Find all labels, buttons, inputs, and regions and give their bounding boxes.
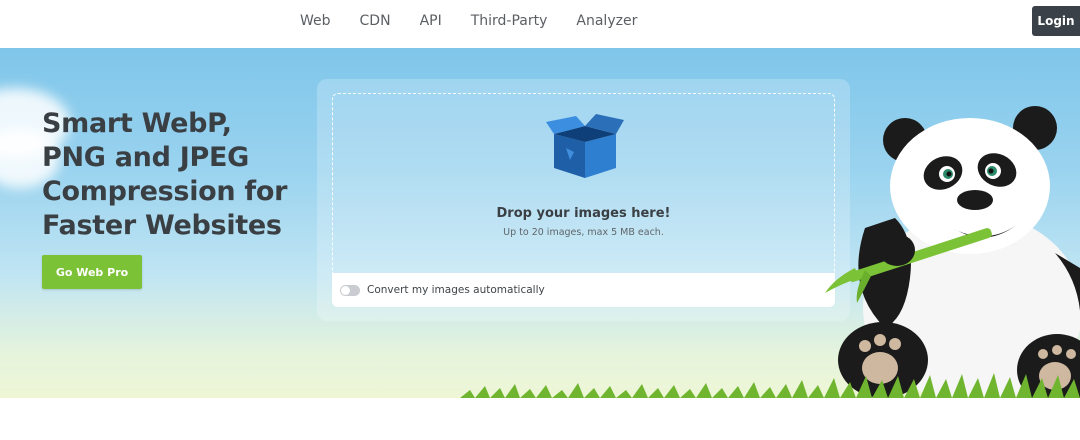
nav-link-api[interactable]: API — [420, 13, 442, 29]
hero-section: Smart WebP, PNG and JPEG Compression for… — [0, 48, 1080, 398]
main-menu: Web CDN API Third-Party Analyzer — [300, 13, 637, 29]
grass-decoration — [460, 373, 1080, 398]
convert-option-bar: Convert my images automatically — [332, 273, 835, 307]
top-navigation: Web CDN API Third-Party Analyzer Login — [0, 0, 1080, 48]
go-web-pro-button[interactable]: Go Web Pro — [42, 255, 142, 289]
nav-link-cdn[interactable]: CDN — [360, 13, 391, 29]
convert-label: Convert my images automatically — [367, 284, 545, 296]
nav-link-web[interactable]: Web — [300, 13, 331, 29]
panda-mascot — [825, 106, 1080, 398]
upload-panel: Drop your images here! Up to 20 images, … — [317, 79, 850, 321]
login-button[interactable]: Login — [1032, 6, 1080, 36]
drop-limits: Up to 20 images, max 5 MB each. — [503, 227, 664, 238]
nav-link-third-party[interactable]: Third-Party — [471, 13, 548, 29]
nav-link-analyzer[interactable]: Analyzer — [576, 13, 637, 29]
toggle-knob — [341, 285, 350, 295]
image-drop-zone[interactable]: Drop your images here! Up to 20 images, … — [332, 93, 835, 273]
convert-toggle[interactable] — [340, 284, 360, 296]
open-box-icon — [546, 114, 624, 178]
hero-headline: Smart WebP, PNG and JPEG Compression for… — [42, 108, 288, 241]
drop-title: Drop your images here! — [496, 206, 671, 221]
